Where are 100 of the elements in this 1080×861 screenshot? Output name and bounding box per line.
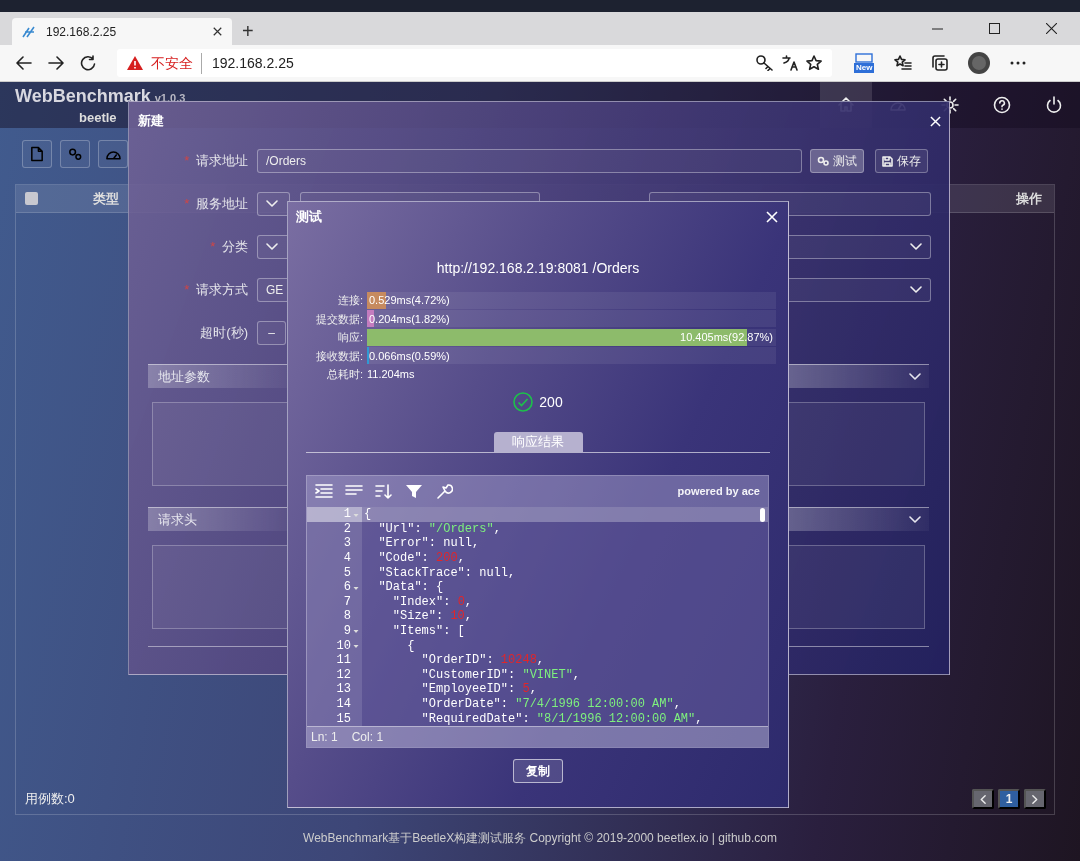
- cursor-position: Ln: 1: [311, 728, 338, 746]
- close-icon[interactable]: [213, 27, 222, 36]
- column-header: 操作: [1016, 189, 1042, 208]
- dropdown-toggle[interactable]: [257, 192, 290, 216]
- status-code: 200: [539, 392, 563, 412]
- timing-label: 总耗时:: [325, 367, 363, 382]
- browser-tab[interactable]: 192.168.2.25: [12, 18, 232, 45]
- line-number: 10: [336, 638, 351, 654]
- dashboard-button[interactable]: [98, 140, 128, 168]
- format-icon[interactable]: [315, 483, 333, 500]
- collections-icon[interactable]: [932, 55, 949, 71]
- timing-label: 提交数据:: [314, 311, 363, 327]
- dialog-title: 新建: [138, 112, 164, 131]
- key-icon[interactable]: [756, 55, 774, 71]
- avatar[interactable]: [968, 52, 991, 74]
- code-line: "Error": null,: [377, 536, 480, 552]
- line-number: 8: [343, 609, 351, 624]
- line-number: 5: [343, 565, 351, 581]
- total-time: 11.204ms: [367, 367, 415, 382]
- screen-icon: [855, 53, 874, 63]
- sort-icon[interactable]: [375, 483, 393, 500]
- check-circle-icon: [513, 392, 534, 412]
- code-line: "RequiredDate": "8/1/1996 12:00:00 AM",: [420, 711, 703, 726]
- field-label: * 服务地址: [184, 196, 248, 212]
- app-title: WebBenchmark: [15, 86, 151, 106]
- security-status[interactable]: 不安全: [151, 52, 193, 74]
- chevron-down-icon: [910, 243, 922, 251]
- test-button[interactable]: 测试: [810, 149, 864, 173]
- new-file-button[interactable]: [22, 140, 52, 168]
- url-path-field[interactable]: /Orders: [257, 149, 802, 173]
- chevron-down-icon: [266, 243, 278, 251]
- close-icon[interactable]: [1046, 23, 1057, 34]
- chevron-down-icon: [909, 515, 921, 524]
- tab-title: 192.168.2.25: [46, 23, 118, 41]
- line-number: 9: [343, 624, 351, 639]
- settings-button[interactable]: [60, 140, 90, 168]
- save-button[interactable]: 保存: [875, 149, 928, 173]
- code-line: "Size": 10,: [391, 609, 473, 624]
- case-count: 用例数:0: [25, 790, 75, 809]
- dialog-title: 测试: [296, 208, 322, 227]
- chevron-left-icon: [980, 793, 986, 805]
- floppy-icon: [882, 155, 893, 167]
- favorites-icon[interactable]: [894, 55, 913, 71]
- timing-label: 响应:: [336, 330, 363, 345]
- field-label: * 分类: [210, 239, 248, 255]
- timing-label: 连接:: [336, 293, 363, 308]
- code-line: "CustomerID": "VINET",: [420, 667, 581, 683]
- line-number: 15: [336, 711, 351, 726]
- previous-page-button[interactable]: [972, 789, 994, 809]
- app-subtitle: beetle: [79, 109, 117, 126]
- more-icon[interactable]: [1010, 61, 1027, 65]
- select-all-checkbox[interactable]: [25, 192, 38, 205]
- next-page-button[interactable]: [1024, 789, 1046, 809]
- new-tab-button[interactable]: +: [242, 21, 254, 41]
- timing-label: 接收数据:: [314, 348, 363, 364]
- line-number: 4: [343, 551, 351, 566]
- section-header-bar[interactable]: [789, 364, 929, 388]
- translate-icon[interactable]: [782, 55, 798, 71]
- cursor-position: Col: 1: [351, 728, 384, 746]
- code-line: "OrderDate": "7/4/1996 12:00:00 AM",: [420, 697, 681, 712]
- column-header: 类型: [93, 189, 119, 208]
- filter-icon[interactable]: [405, 483, 423, 500]
- field-label: * 请求地址: [184, 153, 248, 169]
- warning-icon: [127, 56, 143, 70]
- line-number: 1: [343, 507, 351, 522]
- copyright-text: WebBenchmark基于BeetleX构建测试服务 Copyright © 2019-2000 beetlex.io | github.com: [302, 830, 778, 847]
- chevron-down-icon: [910, 286, 922, 294]
- back-icon[interactable]: [16, 56, 32, 70]
- section-header-bar[interactable]: [789, 507, 929, 531]
- powered-by-text: powered by ace: [677, 484, 760, 500]
- code-line: "Items": [: [391, 624, 465, 639]
- chevron-down-icon: [266, 200, 278, 208]
- code-line: "OrderID": 10248,: [420, 653, 545, 668]
- maximize-icon[interactable]: [989, 23, 1000, 34]
- refresh-icon[interactable]: [80, 55, 96, 71]
- page-button[interactable]: 1: [998, 789, 1020, 809]
- line-number: 6: [343, 580, 351, 595]
- power-icon[interactable]: [1045, 96, 1063, 114]
- help-icon[interactable]: [993, 96, 1011, 114]
- line-number: 2: [343, 521, 351, 537]
- star-icon[interactable]: [806, 55, 822, 71]
- line-number: 14: [336, 697, 351, 712]
- request-url: http://192.168.2.19:8081 /Orders: [435, 259, 641, 277]
- gears-icon: [817, 156, 829, 166]
- code-line: {: [406, 638, 415, 654]
- line-number: 12: [336, 667, 351, 683]
- section-header[interactable]: 地址参数: [148, 364, 288, 388]
- line-number: 13: [336, 682, 351, 697]
- code-line: "Index": 0,: [391, 594, 473, 610]
- timing-value: 0.066ms(0.59%): [368, 348, 450, 364]
- section-header[interactable]: 请求头: [148, 507, 288, 531]
- decrement-button[interactable]: –: [257, 321, 286, 345]
- forward-icon[interactable]: [48, 56, 64, 70]
- code-line: "EmployeeID": 5,: [420, 682, 537, 697]
- site-icon: [22, 25, 36, 38]
- scrollbar-thumb[interactable]: [760, 508, 765, 523]
- url-text[interactable]: 192.168.2.25: [201, 52, 294, 74]
- copy-button[interactable]: 复制: [513, 758, 563, 783]
- settings-icon: [67, 146, 83, 162]
- code-line: "Code": 200,: [377, 551, 465, 566]
